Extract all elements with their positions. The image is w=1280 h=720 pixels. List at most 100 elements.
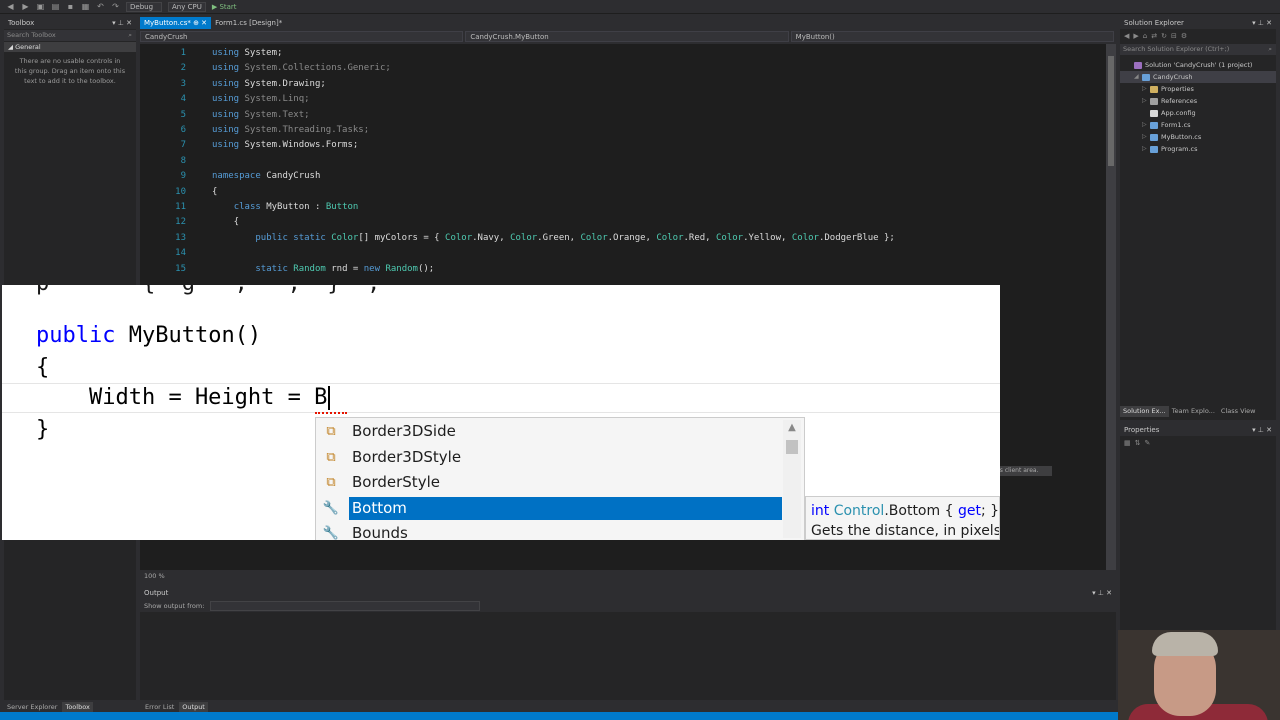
document-tabs: MyButton.cs* ⊕ ✕ Form1.cs [Design]* bbox=[140, 17, 1116, 29]
member-select[interactable]: MyButton() bbox=[790, 31, 1114, 42]
toolbox-empty-message: There are no usable controls in this gro… bbox=[14, 57, 126, 85]
type-select[interactable]: CandyCrush.MyButton bbox=[465, 31, 789, 42]
intellisense-list[interactable]: ⧉ Border3DSide ⧉ Border3DStyle ⧉ BorderStyle 🔧… bbox=[315, 417, 805, 540]
line-number: 7 bbox=[180, 140, 186, 151]
solution-tree-item[interactable]: ▷ Program.cs bbox=[1120, 143, 1276, 155]
scroll-thumb[interactable] bbox=[1108, 56, 1114, 166]
forward-icon[interactable]: ▶ bbox=[21, 2, 30, 11]
code-text: class MyButton : Button bbox=[233, 202, 359, 212]
pin-icon[interactable]: ▾ ⊥ ✕ bbox=[112, 17, 132, 29]
file-icon bbox=[1150, 85, 1158, 93]
solution-tree-item[interactable]: ▷ Properties bbox=[1120, 83, 1276, 95]
toolbox-search-placeholder: Search Toolbox bbox=[7, 31, 56, 39]
solution-search-input[interactable]: Search Solution Explorer (Ctrl+;) ⌕ bbox=[1120, 44, 1276, 55]
forward-icon[interactable]: ▶ bbox=[1133, 32, 1138, 40]
completion-item[interactable]: ⧉ Border3DStyle bbox=[318, 445, 782, 470]
tab-output[interactable]: Output bbox=[179, 702, 208, 712]
bottom-mid-tabs: Error List Output bbox=[142, 702, 208, 712]
expand-icon[interactable]: ◢ bbox=[1134, 71, 1142, 83]
zoom-level[interactable]: 100 % bbox=[140, 571, 1116, 581]
solution-config-select[interactable]: Debug bbox=[126, 1, 162, 12]
output-source-select[interactable] bbox=[210, 600, 481, 611]
scroll-thumb[interactable] bbox=[786, 440, 798, 454]
editor-scrollbar[interactable] bbox=[1106, 44, 1116, 570]
file-icon bbox=[1150, 121, 1158, 129]
undo-icon[interactable]: ↶ bbox=[96, 2, 105, 11]
solution-tree-item[interactable]: ◢ CandyCrush bbox=[1120, 71, 1276, 83]
back-icon[interactable]: ◀ bbox=[6, 2, 15, 11]
tab-error-list[interactable]: Error List bbox=[142, 702, 177, 712]
solution-tree-item[interactable]: ▷ Form1.cs bbox=[1120, 119, 1276, 131]
open-brace: { bbox=[36, 355, 50, 380]
solution-tree-item[interactable]: ▷ MyButton.cs bbox=[1120, 131, 1276, 143]
toolbox-group-general[interactable]: ◢ General bbox=[4, 42, 136, 52]
solution-tree-item[interactable]: Solution 'CandyCrush' (1 project) bbox=[1120, 59, 1276, 71]
solution-tree-item[interactable]: App.config bbox=[1120, 107, 1276, 119]
tab-class-view[interactable]: Class View bbox=[1218, 406, 1259, 417]
tab-form1-design[interactable]: Form1.cs [Design]* bbox=[211, 17, 286, 29]
property-pages-icon[interactable]: ✎ bbox=[1145, 439, 1151, 447]
pin-icon[interactable]: ▾ ⊥ ✕ bbox=[1092, 587, 1112, 599]
home-icon[interactable]: ⌂ bbox=[1143, 32, 1147, 40]
categorized-icon[interactable]: ▦ bbox=[1124, 439, 1131, 447]
start-label: Start bbox=[219, 2, 237, 11]
expand-icon[interactable]: ▷ bbox=[1142, 95, 1150, 107]
save-all-icon[interactable]: ▦ bbox=[81, 2, 90, 11]
property-wrench-icon: 🔧 bbox=[322, 526, 340, 540]
tooltip-member: .Bottom { bbox=[884, 503, 958, 519]
tab-toolbox[interactable]: Toolbox bbox=[62, 702, 93, 712]
error-squiggle bbox=[315, 410, 347, 414]
intellisense-scrollbar[interactable]: ▲ bbox=[783, 420, 801, 538]
completion-item[interactable]: 🔧 Bounds bbox=[318, 521, 782, 540]
current-code-line[interactable]: Width = Height = B bbox=[36, 383, 330, 413]
pin-icon[interactable]: ▾ ⊥ ✕ bbox=[1252, 424, 1272, 436]
line-number: 10 bbox=[175, 186, 186, 197]
tree-item-label: MyButton.cs bbox=[1161, 133, 1202, 141]
completion-item[interactable]: ⧉ Border3DSide bbox=[318, 419, 782, 444]
save-icon[interactable]: ▪ bbox=[66, 2, 75, 11]
code-text: using System; bbox=[212, 48, 283, 58]
tab-server-explorer[interactable]: Server Explorer bbox=[4, 702, 60, 712]
start-button[interactable]: ▶ Start bbox=[212, 3, 237, 11]
platform-select[interactable]: Any CPU bbox=[168, 1, 206, 12]
constructor-signature: MyButton() bbox=[115, 323, 262, 348]
toolbox-title-bar: Toolbox ▾ ⊥ ✕ bbox=[4, 17, 136, 29]
tab-solution-explorer[interactable]: Solution Ex... bbox=[1120, 406, 1169, 417]
expand-icon[interactable]: ▷ bbox=[1142, 119, 1150, 131]
tooltip-end: ; } bbox=[980, 503, 1000, 519]
tree-item-label: CandyCrush bbox=[1153, 73, 1193, 81]
tab-label: Form1.cs [Design]* bbox=[215, 19, 283, 27]
alphabetical-icon[interactable]: ⇅ bbox=[1135, 439, 1141, 447]
sync-icon[interactable]: ⇄ bbox=[1151, 32, 1157, 40]
redo-icon[interactable]: ↷ bbox=[111, 2, 120, 11]
properties-icon[interactable]: ⚙ bbox=[1181, 32, 1187, 40]
completion-item[interactable]: ⧉ BorderStyle bbox=[318, 470, 782, 495]
presenter-hair bbox=[1152, 632, 1218, 656]
tree-item-label: Solution 'CandyCrush' (1 project) bbox=[1145, 61, 1253, 69]
line-number: 11 bbox=[175, 202, 186, 212]
toolbox-title: Toolbox bbox=[8, 19, 35, 27]
tab-mybutton-cs[interactable]: MyButton.cs* ⊕ ✕ bbox=[140, 17, 212, 29]
new-project-icon[interactable]: ▣ bbox=[36, 2, 45, 11]
line-number: 9 bbox=[180, 171, 186, 182]
expand-icon[interactable]: ▷ bbox=[1142, 143, 1150, 155]
search-icon: ⌕ bbox=[1268, 45, 1272, 53]
expand-icon[interactable]: ▷ bbox=[1142, 131, 1150, 143]
expand-icon[interactable]: ▷ bbox=[1142, 83, 1150, 95]
project-select[interactable]: CandyCrush bbox=[140, 31, 464, 42]
completion-item[interactable]: 🔧 Bottom bbox=[318, 496, 782, 521]
pin-icon[interactable]: ▾ ⊥ ✕ bbox=[1252, 17, 1272, 29]
solution-tree-item[interactable]: ▷ References bbox=[1120, 95, 1276, 107]
back-icon[interactable]: ◀ bbox=[1124, 32, 1129, 40]
tab-team-explorer[interactable]: Team Explo... bbox=[1169, 406, 1218, 417]
show-output-label: Show output from: bbox=[144, 601, 205, 610]
scroll-up-icon[interactable]: ▲ bbox=[783, 420, 801, 436]
enum-icon: ⧉ bbox=[326, 424, 336, 439]
open-icon[interactable]: ▤ bbox=[51, 2, 60, 11]
refresh-icon[interactable]: ↻ bbox=[1161, 32, 1167, 40]
toolbox-search-input[interactable]: Search Toolbox ⌕ bbox=[4, 30, 136, 41]
close-icon[interactable]: ⊕ ✕ bbox=[193, 19, 207, 27]
collapse-icon[interactable]: ⊟ bbox=[1171, 32, 1177, 40]
code-text: { bbox=[212, 186, 218, 197]
status-bar bbox=[0, 712, 1280, 720]
